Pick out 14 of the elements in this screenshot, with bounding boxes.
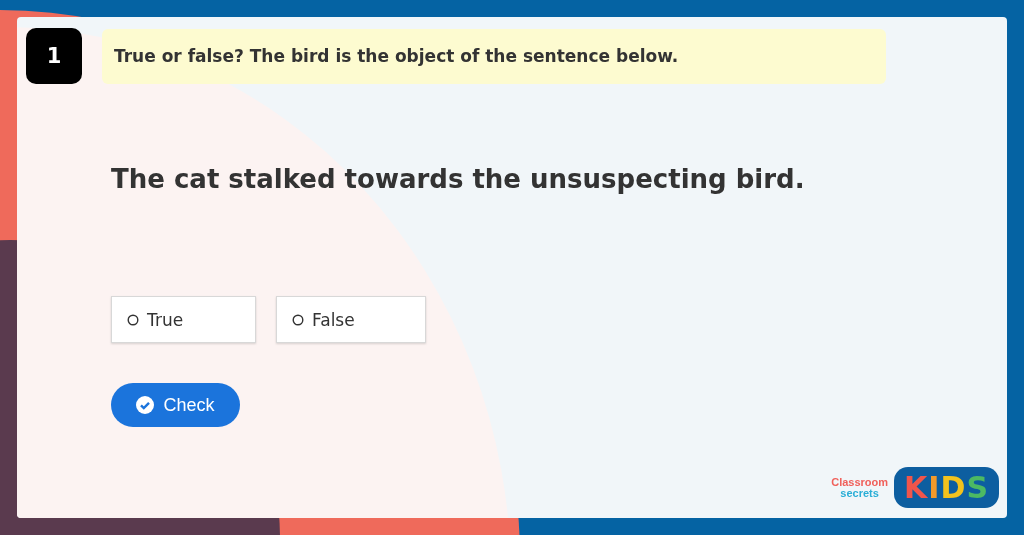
answer-option[interactable]: False [276,296,426,343]
logo-letter: I [928,470,941,505]
radio-icon [127,313,139,326]
logo-letter: S [966,470,989,505]
check-button[interactable]: Check [111,383,240,427]
answer-option[interactable]: True [111,296,256,343]
question-number: 1 [26,28,82,84]
question-instruction: True or false? The bird is the object of the sentence below. [102,28,886,84]
logo-letter: K [904,470,929,505]
logo-letter: D [940,470,967,505]
question-sentence: The cat stalked towards the unsuspecting bird. [111,164,806,194]
check-circle-icon [136,396,155,414]
brand-logo: Classroom secrets [831,476,889,499]
radio-icon [292,313,304,326]
